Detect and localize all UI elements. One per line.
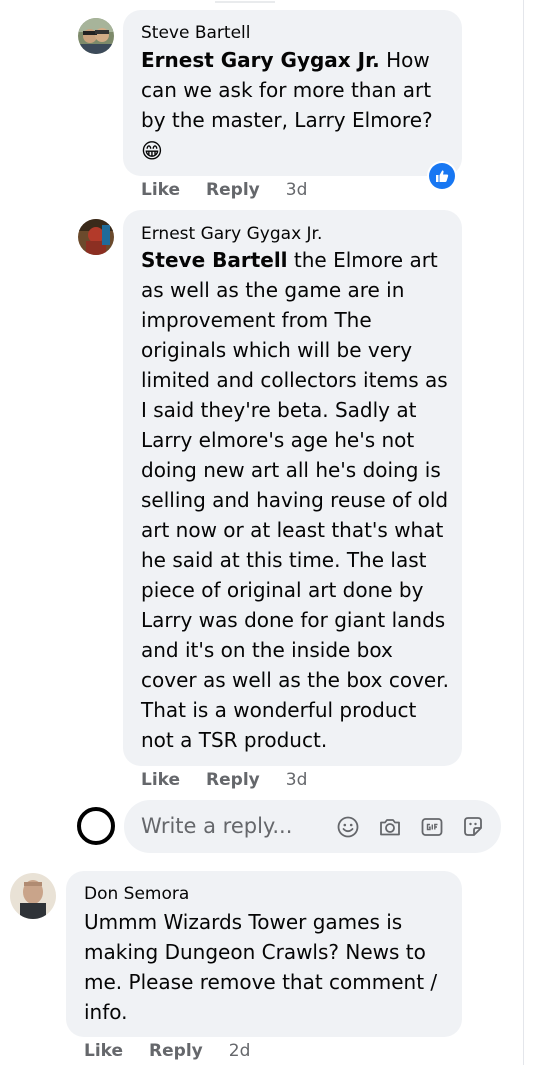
comment-author[interactable]: Steve Bartell: [141, 23, 250, 43]
comment-body-text: the Elmore art as well as the game are i…: [141, 248, 449, 752]
emoji-icon[interactable]: [336, 815, 360, 839]
reply-composer[interactable]: Write a reply...: [124, 800, 501, 853]
thumbs-up-icon: [429, 163, 455, 189]
reply-button[interactable]: Reply: [149, 1041, 203, 1061]
current-user-avatar: [77, 807, 115, 845]
comment-text: Ummm Wizards Tower games is making Dunge…: [84, 907, 449, 1027]
like-button[interactable]: Like: [84, 1041, 123, 1061]
comment-timestamp[interactable]: 2d: [229, 1041, 251, 1061]
comment-text: Steve Bartell the Elmore art as well as …: [141, 245, 449, 755]
panel-divider: [523, 0, 524, 1065]
reply-input[interactable]: Write a reply...: [141, 814, 292, 838]
reply-button[interactable]: Reply: [206, 180, 260, 200]
like-button[interactable]: Like: [141, 770, 180, 790]
comment-timestamp[interactable]: 3d: [286, 180, 308, 200]
avatar[interactable]: [78, 18, 114, 54]
sticker-icon[interactable]: [461, 815, 485, 839]
mention-link[interactable]: Steve Bartell: [141, 248, 288, 272]
comment-actions: Like Reply 3d: [141, 180, 307, 200]
avatar[interactable]: [78, 219, 114, 255]
comment-thread: Steve Bartell Ernest Gary Gygax Jr. How …: [0, 0, 534, 1065]
comment-body-text: Ummm Wizards Tower games is making Dunge…: [84, 910, 438, 1024]
gif-icon[interactable]: [420, 815, 444, 839]
grin-emoji: 😁: [141, 139, 163, 163]
comment-author[interactable]: Don Semora: [84, 884, 189, 904]
comment-actions: Like Reply 2d: [84, 1041, 250, 1061]
comment-text: Ernest Gary Gygax Jr. How can we ask for…: [141, 45, 446, 167]
like-button[interactable]: Like: [141, 180, 180, 200]
avatar[interactable]: [10, 873, 56, 919]
mention-link[interactable]: Ernest Gary Gygax Jr.: [141, 48, 380, 72]
camera-icon[interactable]: [378, 815, 402, 839]
like-reaction-badge[interactable]: [427, 161, 457, 191]
reply-button[interactable]: Reply: [206, 770, 260, 790]
comment-author[interactable]: Ernest Gary Gygax Jr.: [141, 224, 322, 244]
comment-actions: Like Reply 3d: [141, 770, 307, 790]
thread-connector: [215, 0, 275, 3]
comment-timestamp[interactable]: 3d: [286, 770, 308, 790]
